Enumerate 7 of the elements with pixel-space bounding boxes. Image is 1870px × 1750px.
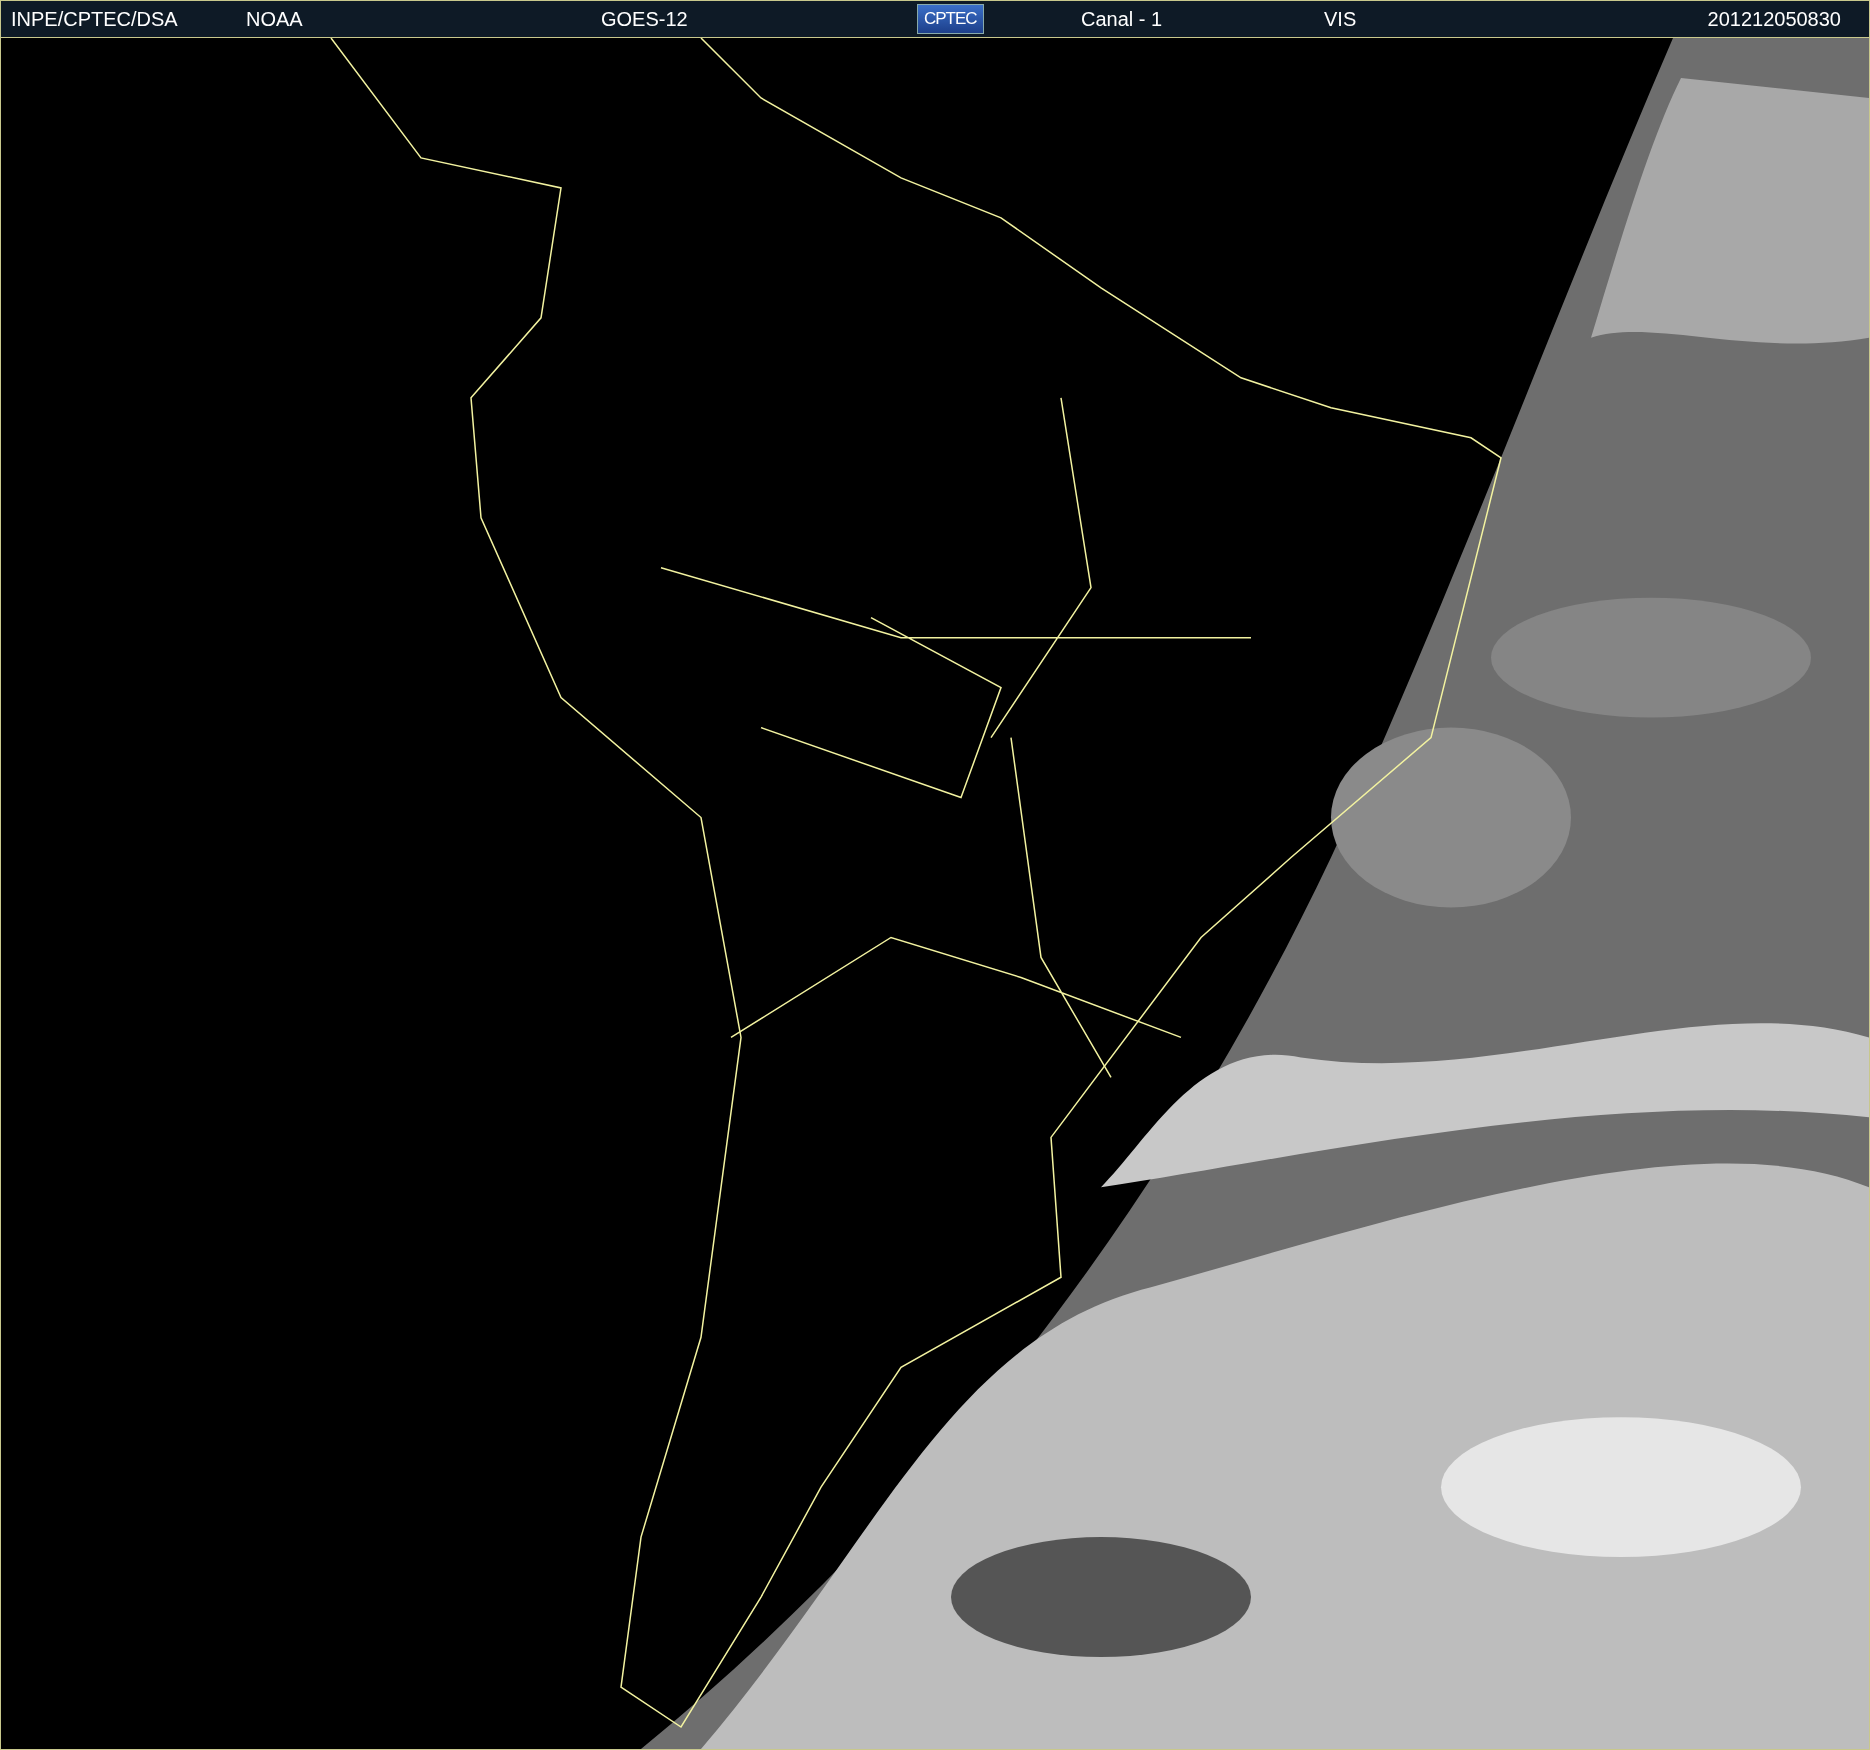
logo: CPTEC — [917, 4, 984, 34]
header-label: NOAA — [246, 7, 303, 31]
header-label: 201212050830 — [1707, 7, 1841, 31]
header-label: VIS — [1324, 7, 1357, 31]
header-label: GOES-12 — [601, 7, 688, 31]
header-label: Canal - 1 — [1081, 7, 1163, 31]
header-label: INPE/CPTEC/DSA — [11, 7, 178, 31]
